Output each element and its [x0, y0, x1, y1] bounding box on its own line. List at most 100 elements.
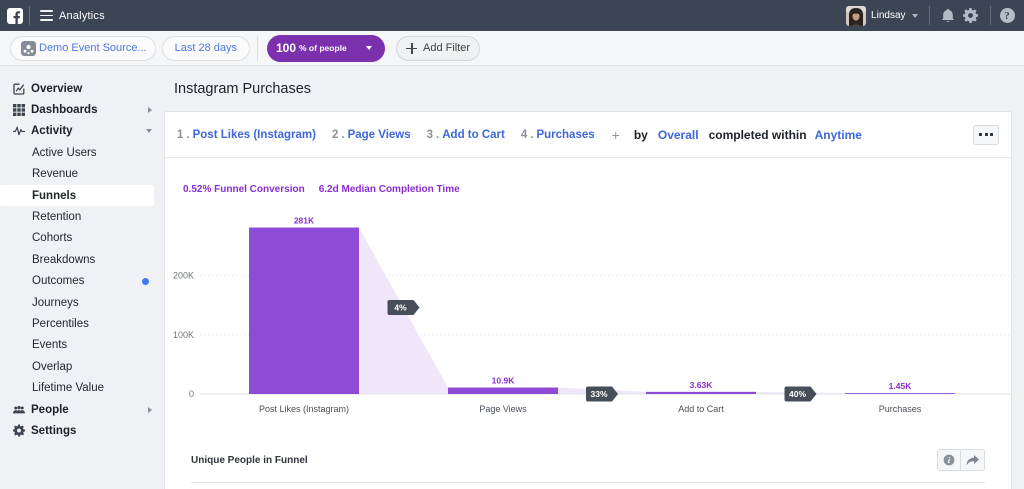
- funnel-conversion-stat: 0.52% Funnel Conversion: [183, 184, 305, 195]
- x-axis-category-label: Add to Cart: [678, 404, 724, 414]
- user-name[interactable]: Lindsay: [871, 10, 905, 21]
- sidebar-item-dashboards[interactable]: Dashboards: [0, 99, 161, 120]
- step-name[interactable]: Post Likes (Instagram): [193, 129, 316, 141]
- sidebar-item-breakdowns[interactable]: Breakdowns: [0, 249, 161, 270]
- sidebar-item-label: Active Users: [32, 147, 97, 159]
- date-range-button[interactable]: Last 28 days: [162, 36, 250, 61]
- funnel-bar[interactable]: [646, 392, 756, 394]
- topbar-divider: [929, 6, 930, 25]
- section-title: Unique People in Funnel: [191, 455, 308, 466]
- by-label: by: [634, 128, 648, 142]
- sidebar-item-label: Dashboards: [31, 104, 97, 116]
- add-step-button[interactable]: +: [612, 127, 620, 143]
- filter-toolbar: Demo Event Source... Last 28 days 100 % …: [0, 31, 1024, 66]
- bar-value-label: 10.9K: [492, 376, 516, 386]
- notification-dot: [142, 278, 149, 285]
- topbar-divider: [990, 6, 991, 25]
- app-title: Analytics: [59, 10, 105, 22]
- step-name[interactable]: Add to Cart: [442, 129, 505, 141]
- conversion-badge-label: 33%: [590, 389, 607, 399]
- conversion-badge-label: 40%: [789, 389, 806, 399]
- funnel-stats: 0.52% Funnel Conversion 6.2d Median Comp…: [183, 184, 460, 195]
- sidebar-item-label: Journeys: [32, 297, 79, 309]
- step-separator: .: [186, 129, 189, 141]
- step-name[interactable]: Page Views: [348, 129, 411, 141]
- share-arrow-icon: [966, 455, 979, 466]
- sidebar-item-revenue[interactable]: Revenue: [0, 164, 161, 185]
- settings-gear-icon[interactable]: [963, 8, 978, 23]
- percent-of-people-dropdown[interactable]: 100 % of people: [267, 35, 385, 62]
- funnel-bar[interactable]: [249, 228, 359, 394]
- completed-within-label: completed within: [709, 128, 807, 142]
- info-button[interactable]: i: [937, 449, 961, 471]
- sidebar-item-people[interactable]: People: [0, 399, 161, 420]
- top-bar: Analytics Lindsay ?: [0, 0, 1024, 31]
- event-source-icon: [21, 41, 36, 56]
- sidebar-item-funnels[interactable]: Funnels: [0, 185, 154, 206]
- share-button[interactable]: [961, 449, 985, 471]
- bar-value-label: 3.63K: [690, 380, 714, 390]
- sidebar-item-percentiles[interactable]: Percentiles: [0, 313, 161, 334]
- funnel-bar[interactable]: [448, 388, 558, 394]
- add-filter-button[interactable]: Add Filter: [396, 36, 480, 61]
- sidebar-item-label: Events: [32, 339, 67, 351]
- plus-icon: [406, 43, 417, 54]
- by-value-dropdown[interactable]: Overall: [658, 128, 699, 142]
- event-source-button[interactable]: Demo Event Source...: [10, 36, 156, 61]
- completed-within-dropdown[interactable]: Anytime: [815, 128, 862, 142]
- sidebar-item-overview[interactable]: Overview: [0, 78, 161, 99]
- percent-dropdown-caret-icon: [366, 46, 372, 50]
- x-axis-category-label: Purchases: [879, 404, 922, 414]
- step-number: 4: [521, 129, 527, 141]
- step-separator: .: [436, 129, 439, 141]
- sidebar-item-label: Retention: [32, 211, 81, 223]
- sidebar-item-retention[interactable]: Retention: [0, 206, 161, 227]
- sidebar-item-events[interactable]: Events: [0, 335, 161, 356]
- sidebar-item-outcomes[interactable]: Outcomes: [0, 271, 161, 292]
- funnel-step-2: 2. Page Views: [332, 129, 411, 141]
- hamburger-menu-icon[interactable]: [40, 10, 53, 21]
- chevron-down-icon: [146, 129, 152, 133]
- step-name[interactable]: Purchases: [536, 129, 594, 141]
- chevron-right-icon: [148, 407, 152, 413]
- overview-icon: [13, 83, 25, 95]
- sidebar-item-label: People: [31, 404, 69, 416]
- sidebar-item-label: Overview: [31, 83, 82, 95]
- conversion-badge-label: 4%: [394, 303, 407, 313]
- avatar[interactable]: [846, 6, 866, 26]
- help-icon[interactable]: ?: [1000, 8, 1015, 23]
- bar-value-label: 281K: [294, 216, 315, 226]
- facebook-logo-icon[interactable]: [0, 8, 23, 24]
- sidebar-item-active-users[interactable]: Active Users: [0, 142, 161, 163]
- page-title: Instagram Purchases: [174, 81, 311, 97]
- funnel-bar[interactable]: [845, 393, 955, 394]
- funnel-chart: 0100K200K281KPost Likes (Instagram)10.9K…: [165, 200, 1011, 430]
- y-axis-tick-label: 0: [189, 389, 194, 399]
- sidebar-item-label: Settings: [31, 425, 76, 437]
- step-number: 1: [177, 129, 183, 141]
- sidebar-item-journeys[interactable]: Journeys: [0, 292, 161, 313]
- info-icon: i: [943, 454, 955, 466]
- more-options-button[interactable]: [973, 125, 999, 145]
- sidebar-item-activity[interactable]: Activity: [0, 121, 161, 142]
- activity-icon: [13, 125, 25, 137]
- dashboards-icon: [13, 104, 25, 116]
- step-number: 3: [427, 129, 433, 141]
- sidebar-item-label: Breakdowns: [32, 254, 95, 266]
- sidebar-item-cohorts[interactable]: Cohorts: [0, 228, 161, 249]
- notifications-bell-icon[interactable]: [941, 8, 955, 23]
- toolbar-separator: [257, 36, 258, 61]
- step-number: 2: [332, 129, 338, 141]
- funnel-step-3: 3.Add to Cart: [427, 129, 505, 141]
- sidebar-item-overlap[interactable]: Overlap: [0, 356, 161, 377]
- sidebar-item-label: Lifetime Value: [32, 382, 104, 394]
- user-menu-caret-icon[interactable]: [912, 14, 918, 18]
- people-icon: [13, 404, 25, 416]
- funnel-builder-bar: 1.Post Likes (Instagram)2.Page Views3.Ad…: [165, 112, 1011, 158]
- sidebar-item-settings[interactable]: Settings: [0, 420, 161, 441]
- step-separator: .: [341, 129, 344, 141]
- sidebar-item-lifetime-value[interactable]: Lifetime Value: [0, 377, 161, 398]
- settings-icon: [13, 425, 25, 437]
- topbar-divider: [29, 6, 30, 25]
- sidebar-item-label: Outcomes: [32, 275, 84, 287]
